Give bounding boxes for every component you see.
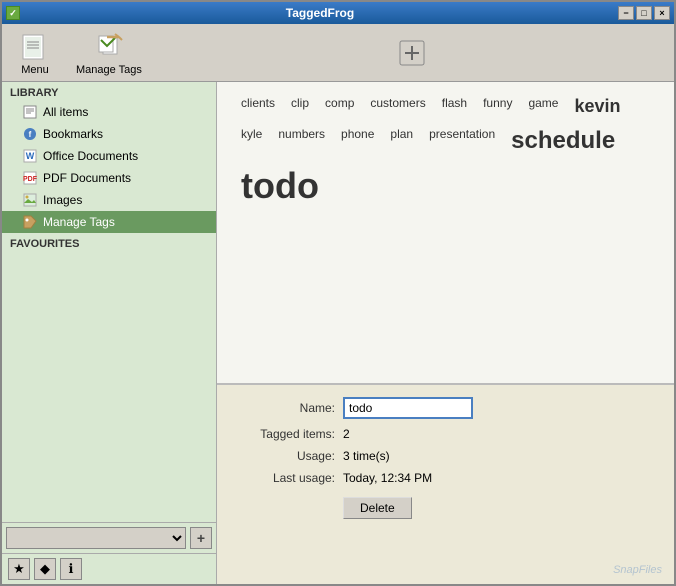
office-docs-label: Office Documents	[43, 149, 138, 163]
tag-presentation[interactable]: presentation	[421, 125, 503, 157]
content-area: clientsclipcompcustomersflashfunnygameke…	[217, 82, 674, 584]
sidebar-item-manage-tags[interactable]: Manage Tags	[2, 211, 216, 233]
menu-label: Menu	[21, 64, 49, 76]
tag-schedule[interactable]: schedule	[503, 125, 623, 157]
manage-tags-sidebar-label: Manage Tags	[43, 215, 115, 229]
name-row: Name:	[233, 397, 658, 419]
tag-funny[interactable]: funny	[475, 94, 520, 119]
favourites-section-label: FAVOURITES	[2, 233, 216, 252]
info-button[interactable]: ℹ	[60, 558, 82, 580]
tag-phone[interactable]: phone	[333, 125, 382, 157]
svg-text:PDF: PDF	[23, 176, 37, 183]
window-controls: − □ ×	[618, 6, 674, 20]
word-icon: W	[22, 148, 38, 164]
tagged-items-label: Tagged items:	[233, 427, 343, 441]
maximize-button[interactable]: □	[636, 6, 652, 20]
tagged-items-row: Tagged items: 2	[233, 427, 658, 441]
sidebar-item-office-docs[interactable]: W Office Documents	[2, 145, 216, 167]
library-section-label: LIBRARY	[2, 82, 216, 101]
tag-todo[interactable]: todo	[233, 163, 327, 209]
tag-kyle[interactable]: kyle	[233, 125, 270, 157]
tag-customers[interactable]: customers	[362, 94, 433, 119]
tag-clip[interactable]: clip	[283, 94, 317, 119]
watermark: SnapFiles	[613, 564, 662, 576]
bookmark-icon: f	[22, 126, 38, 142]
tags-cloud: clientsclipcompcustomersflashfunnygameke…	[217, 82, 674, 384]
image-icon	[22, 192, 38, 208]
close-button[interactable]: ×	[654, 6, 670, 20]
menu-icon	[19, 30, 51, 62]
toolbar: Menu Manage Tags	[2, 24, 674, 82]
sidebar-item-images[interactable]: Images	[2, 189, 216, 211]
delete-row: Delete	[233, 493, 658, 519]
usage-row: Usage: 3 time(s)	[233, 449, 658, 463]
pdf-icon: PDF	[22, 170, 38, 186]
diamond-button[interactable]: ◆	[34, 558, 56, 580]
last-usage-label: Last usage:	[233, 471, 343, 485]
name-label: Name:	[233, 401, 343, 415]
sidebar: LIBRARY All items f	[2, 82, 217, 584]
file-icon	[22, 104, 38, 120]
tag-icon	[22, 214, 38, 230]
main-area: LIBRARY All items f	[2, 82, 674, 584]
star-button[interactable]: ★	[8, 558, 30, 580]
sidebar-bottom: +	[2, 522, 216, 553]
last-usage-value: Today, 12:34 PM	[343, 471, 432, 485]
sidebar-dropdown[interactable]	[6, 527, 186, 549]
tag-kevin[interactable]: kevin	[566, 94, 628, 119]
tag-comp[interactable]: comp	[317, 94, 362, 119]
minimize-button[interactable]: −	[618, 6, 634, 20]
tag-game[interactable]: game	[520, 94, 566, 119]
app-window: ✓ TaggedFrog − □ × Menu	[0, 0, 676, 586]
tag-plan[interactable]: plan	[382, 125, 421, 157]
manage-tags-button[interactable]: Manage Tags	[76, 30, 142, 76]
delete-button[interactable]: Delete	[343, 497, 412, 519]
tag-numbers[interactable]: numbers	[270, 125, 333, 157]
sidebar-item-all-items[interactable]: All items	[2, 101, 216, 123]
pdf-docs-label: PDF Documents	[43, 171, 131, 185]
window-title: TaggedFrog	[22, 6, 618, 20]
tag-clients[interactable]: clients	[233, 94, 283, 119]
add-button[interactable]	[387, 37, 437, 69]
detail-panel: Name: Tagged items: 2 Usage: 3 time(s) L…	[217, 384, 674, 584]
svg-text:W: W	[26, 151, 35, 161]
bookmarks-label: Bookmarks	[43, 127, 103, 141]
name-input[interactable]	[343, 397, 473, 419]
sidebar-item-pdf-docs[interactable]: PDF PDF Documents	[2, 167, 216, 189]
tag-flash[interactable]: flash	[434, 94, 475, 119]
tagged-items-value: 2	[343, 427, 350, 441]
manage-tags-label: Manage Tags	[76, 64, 142, 76]
sidebar-stars: ★ ◆ ℹ	[2, 553, 216, 584]
svg-text:f: f	[29, 130, 32, 139]
images-label: Images	[43, 193, 82, 207]
manage-tags-icon	[93, 30, 125, 62]
usage-label: Usage:	[233, 449, 343, 463]
title-bar: ✓ TaggedFrog − □ ×	[2, 2, 674, 24]
sidebar-item-bookmarks[interactable]: f Bookmarks	[2, 123, 216, 145]
add-icon	[396, 37, 428, 69]
last-usage-row: Last usage: Today, 12:34 PM	[233, 471, 658, 485]
usage-value: 3 time(s)	[343, 449, 390, 463]
sidebar-add-button[interactable]: +	[190, 527, 212, 549]
all-items-label: All items	[43, 105, 88, 119]
menu-button[interactable]: Menu	[10, 30, 60, 76]
